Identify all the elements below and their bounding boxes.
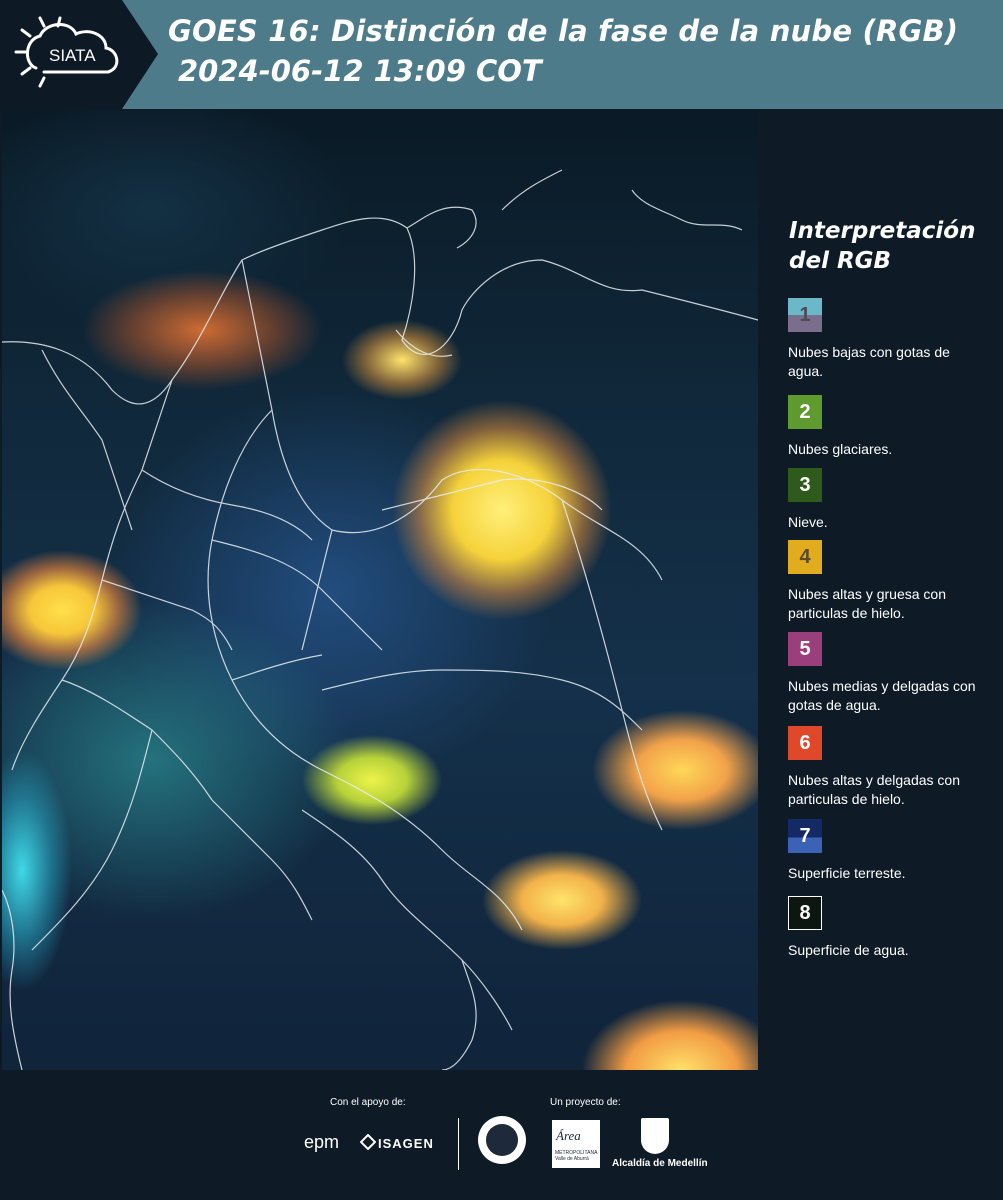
legend-title: Interpretación del RGB: [789, 216, 989, 276]
page-title: GOES 16: Distinción de la fase de la nub…: [168, 14, 959, 48]
area-metropolitana-logo: Área METROPOLITANA Valle de Aburrá: [552, 1120, 600, 1168]
area-logo-text: Área: [556, 1128, 581, 1143]
legend-number: 5: [799, 637, 811, 660]
alcaldia-shield-icon: [641, 1118, 669, 1154]
legend-number: 8: [799, 901, 811, 924]
isagen-logo: ISAGEN: [378, 1136, 434, 1151]
epm-logo: epm: [304, 1132, 340, 1152]
logo-text: SIATA: [49, 46, 96, 65]
legend-swatch-1: 1: [788, 298, 822, 332]
legend-title-line1: Interpretación: [789, 218, 976, 244]
legend-label: Nubes medias y delgadas con gotas de agu…: [788, 678, 976, 713]
legend-number: 3: [799, 473, 811, 496]
header: SIATA GOES 16: Distinción de la fase de …: [0, 0, 1003, 109]
legend-swatch-6: 6: [788, 726, 822, 760]
legend-number: 7: [799, 824, 811, 847]
legend-swatch-5: 5: [788, 632, 822, 666]
legend-number: 4: [799, 545, 811, 568]
boundary-lines: [2, 169, 758, 1070]
legend-number: 1: [799, 303, 811, 326]
timestamp: 2024-06-12 13:09 COT: [178, 54, 542, 88]
legend-number: 2: [799, 400, 811, 423]
legend-label: Nubes glaciares.: [788, 441, 893, 457]
satellite-map: [2, 110, 758, 1070]
legend-title-line2: del RGB: [789, 248, 892, 274]
area-logo-subtext: METROPOLITANA Valle de Aburrá: [555, 1150, 598, 1162]
siata-sun-cloud-icon: SIATA: [14, 16, 119, 88]
legend-label: Nubes bajas con gotas de agua.: [788, 344, 950, 379]
legend-swatch-4: 4: [788, 540, 822, 574]
legend-label: Nubes altas y gruesa con particulas de h…: [788, 586, 946, 621]
legend-panel: Interpretación del RGB 1 Nubes bajas con…: [762, 110, 1003, 1070]
legend-label: Superficie de agua.: [788, 942, 909, 958]
legend-swatch-7: 7: [788, 819, 822, 853]
support-label: Con el apoyo de:: [330, 1097, 406, 1108]
legend-label: Nieve.: [788, 514, 828, 530]
legend-label: Nubes altas y delgadas con particulas de…: [788, 772, 960, 807]
legend-label: Superficie terreste.: [788, 865, 906, 881]
isagen-icon: [360, 1134, 376, 1150]
legend-swatch-3: 3: [788, 468, 822, 502]
legend-swatch-2: 2: [788, 395, 822, 429]
alcaldia-logo-text: Alcaldía de Medellín: [612, 1158, 708, 1169]
footer-divider: [458, 1118, 459, 1170]
legend-swatch-8: 8: [788, 896, 822, 930]
project-label: Un proyecto de:: [550, 1097, 621, 1108]
legend-number: 6: [799, 731, 811, 754]
footer: Con el apoyo de: Un proyecto de: epm ISA…: [0, 1070, 1003, 1200]
medellin-seal-icon: [478, 1116, 526, 1164]
